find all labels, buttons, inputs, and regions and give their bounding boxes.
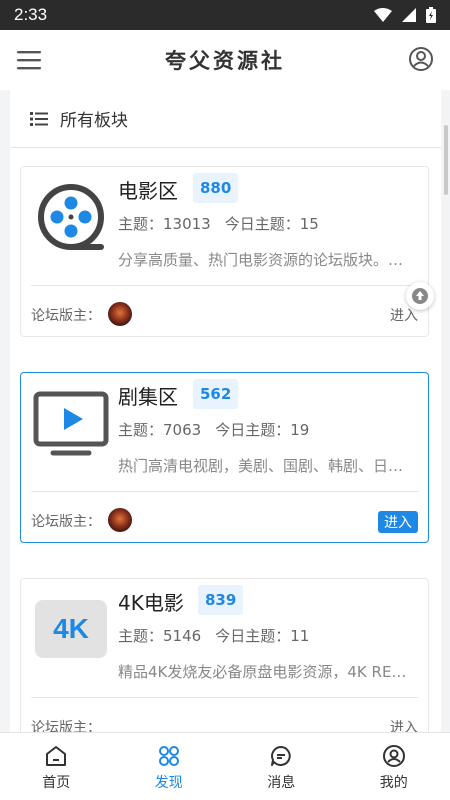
post-count-badge: 839 bbox=[198, 585, 244, 615]
discover-grid-icon bbox=[158, 746, 179, 766]
enter-button[interactable]: 进入 bbox=[390, 717, 418, 732]
tab-discover[interactable]: 发现 bbox=[113, 733, 226, 800]
4k-icon-text: 4K bbox=[35, 600, 107, 658]
card-divider bbox=[31, 285, 418, 286]
moderator-label: 论坛版主： bbox=[31, 720, 101, 732]
wifi-icon bbox=[374, 8, 392, 22]
board-card-4k[interactable]: 4K 4K电影 839 主题：5146 今日主题：11 精品4K发烧友必备原盘电影… bbox=[20, 578, 429, 732]
tab-messages[interactable]: 消息 bbox=[225, 733, 338, 800]
home-icon bbox=[46, 746, 67, 766]
tab-label: 我的 bbox=[379, 775, 408, 791]
board-description: 热门高清电视剧，美剧、国剧、韩剧、日… bbox=[118, 457, 404, 475]
board-name: 电影区 bbox=[118, 179, 178, 203]
section-title: 所有板块 bbox=[60, 111, 128, 131]
film-reel-icon bbox=[33, 179, 109, 255]
topic-count: 主题：5146 bbox=[118, 627, 202, 645]
app-title: 夸父资源社 bbox=[165, 48, 285, 73]
list-icon bbox=[30, 111, 48, 126]
moderator-avatar[interactable] bbox=[108, 508, 132, 532]
tab-profile[interactable]: 我的 bbox=[338, 733, 450, 800]
message-icon bbox=[271, 746, 291, 766]
moderator-label: 论坛版主： bbox=[31, 308, 101, 324]
board-card-series[interactable]: 剧集区 562 主题：7063 今日主题：19 热门高清电视剧，美剧、国剧、韩剧、… bbox=[20, 372, 429, 543]
post-count-badge: 562 bbox=[193, 379, 239, 409]
battery-icon bbox=[426, 7, 436, 23]
menu-icon[interactable] bbox=[16, 48, 42, 72]
app-bar: 夸父资源社 bbox=[0, 30, 450, 90]
board-stats: 主题：13013 今日主题：15 bbox=[118, 213, 319, 234]
scroll-to-top-button[interactable] bbox=[406, 282, 434, 310]
tab-label: 发现 bbox=[154, 775, 183, 791]
card-divider bbox=[31, 697, 418, 698]
today-topic-count: 今日主题：11 bbox=[215, 627, 310, 645]
scrollbar[interactable] bbox=[444, 125, 448, 195]
status-time: 2:33 bbox=[14, 5, 48, 24]
board-stats: 主题：5146 今日主题：11 bbox=[118, 625, 309, 646]
topic-count: 主题：13013 bbox=[118, 215, 211, 233]
board-name: 剧集区 bbox=[118, 385, 178, 409]
tv-play-icon bbox=[33, 385, 109, 461]
profile-icon bbox=[382, 745, 405, 767]
user-account-icon[interactable] bbox=[408, 46, 434, 72]
status-bar: 2:33 bbox=[0, 0, 450, 30]
today-topic-count: 今日主题：19 bbox=[215, 421, 310, 439]
section-header: 所有板块 bbox=[10, 90, 441, 148]
signal-icon bbox=[402, 8, 416, 22]
card-divider bbox=[31, 491, 418, 492]
moderator-avatar[interactable] bbox=[108, 302, 132, 326]
tab-label: 消息 bbox=[267, 775, 296, 791]
topic-count: 主题：7063 bbox=[118, 421, 202, 439]
board-description: 分享高质量、热门电影资源的论坛版块。… bbox=[118, 251, 404, 269]
today-topic-count: 今日主题：15 bbox=[224, 215, 319, 233]
enter-button[interactable]: 进入 bbox=[378, 511, 418, 533]
board-list-panel: 所有板块 电影区 880 主题：13013 今日主题：15 分享高质量、热门电影资… bbox=[10, 90, 441, 732]
tab-label: 首页 bbox=[42, 775, 71, 791]
post-count-badge: 880 bbox=[193, 173, 239, 203]
board-name: 4K电影 bbox=[118, 591, 184, 615]
system-icons bbox=[374, 7, 436, 23]
bottom-tab-bar: 首页 发现 消息 我的 bbox=[0, 732, 450, 800]
4k-icon: 4K bbox=[33, 591, 109, 667]
moderator-label: 论坛版主： bbox=[31, 514, 101, 530]
board-card-movies[interactable]: 电影区 880 主题：13013 今日主题：15 分享高质量、热门电影资源的论坛版… bbox=[20, 166, 429, 337]
board-stats: 主题：7063 今日主题：19 bbox=[118, 419, 309, 440]
board-description: 精品4K发烧友必备原盘电影资源，4K RE… bbox=[118, 663, 407, 681]
arrow-up-icon bbox=[412, 288, 428, 304]
tab-home[interactable]: 首页 bbox=[0, 733, 113, 800]
